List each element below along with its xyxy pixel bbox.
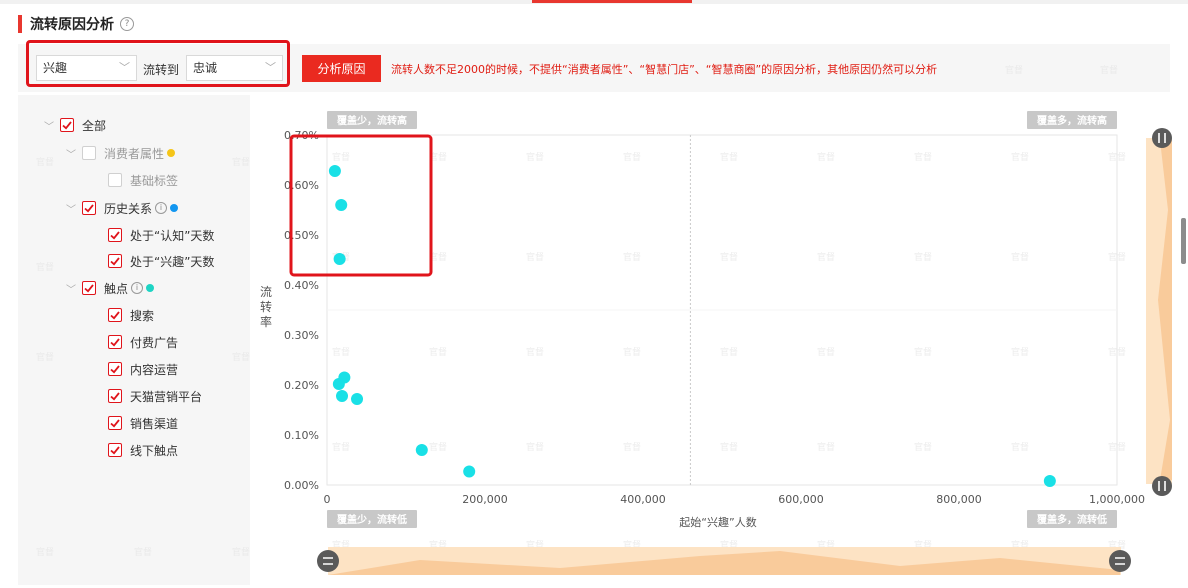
highlight-box <box>289 134 433 277</box>
quadrant-label-top-left: 覆盖少，流转高 <box>337 114 407 127</box>
watermark: 官督 <box>1108 346 1126 358</box>
watermark: 官督 <box>429 346 447 358</box>
page-scrollbar-thumb[interactable] <box>1181 218 1186 264</box>
watermark: 官督 <box>720 151 738 163</box>
watermark: 官督 <box>526 251 544 263</box>
y-axis-label-char: 率 <box>260 314 272 329</box>
data-point[interactable] <box>335 199 348 211</box>
watermark: 官督 <box>1108 441 1126 453</box>
watermark: 官督 <box>526 441 544 453</box>
vertical-zoom-handle-bottom[interactable] <box>1152 476 1172 496</box>
y-tick-label: 0.60% <box>284 179 319 192</box>
watermark: 官督 <box>720 346 738 358</box>
watermark: 官督 <box>914 441 932 453</box>
watermark: 官督 <box>623 251 641 263</box>
data-point[interactable] <box>1043 475 1056 487</box>
watermark: 官督 <box>1011 346 1029 358</box>
watermark: 官督 <box>1108 251 1126 263</box>
watermark: 官督 <box>526 151 544 163</box>
y-axis-label-char: 转 <box>260 299 272 314</box>
x-tick-label: 200,000 <box>462 493 508 506</box>
watermark: 官督 <box>914 346 932 358</box>
x-tick-label: 800,000 <box>936 493 982 506</box>
data-point[interactable] <box>463 465 476 478</box>
data-point[interactable] <box>332 378 345 390</box>
horizontal-zoom-handle-left[interactable] <box>317 550 339 572</box>
x-tick-label: 600,000 <box>778 493 824 506</box>
quadrant-label-bottom-right: 覆盖多，流转低 <box>1037 513 1107 526</box>
watermark: 官督 <box>720 441 738 453</box>
watermark: 官督 <box>1011 151 1029 163</box>
data-point[interactable] <box>333 253 346 265</box>
scatter-chart: 0.00%0.10%0.20%0.30%0.40%0.50%0.60%0.70%… <box>260 111 1186 575</box>
x-tick-label: 400,000 <box>620 493 666 506</box>
quadrant-label-bottom-left: 覆盖少，流转低 <box>337 513 407 526</box>
watermark: 官督 <box>623 151 641 163</box>
watermark: 官督 <box>817 441 835 453</box>
watermark: 官督 <box>720 251 738 263</box>
watermark: 官督 <box>332 151 350 163</box>
y-tick-label: 0.40% <box>284 279 319 292</box>
watermark: 官督 <box>429 441 447 453</box>
watermark: 官督 <box>526 346 544 358</box>
watermark: 官督 <box>1108 151 1126 163</box>
watermark: 官督 <box>914 251 932 263</box>
watermark: 官督 <box>817 251 835 263</box>
data-point[interactable] <box>328 165 341 177</box>
x-tick-label: 0 <box>324 493 331 506</box>
y-axis-label-char: 流 <box>260 285 272 299</box>
watermark: 官督 <box>817 346 835 358</box>
watermark: 官督 <box>332 346 350 358</box>
watermark: 官督 <box>332 441 350 453</box>
y-tick-label: 0.20% <box>284 379 319 392</box>
horizontal-zoom-handle-right[interactable] <box>1109 550 1131 572</box>
watermark: 官督 <box>817 151 835 163</box>
vertical-zoom-handle-top[interactable] <box>1152 128 1172 148</box>
data-point[interactable] <box>415 444 428 456</box>
y-tick-label: 0.10% <box>284 429 319 442</box>
y-tick-label: 0.00% <box>284 479 319 492</box>
x-tick-label: 1,000,000 <box>1089 493 1145 506</box>
data-point[interactable] <box>336 390 349 402</box>
watermark: 官督 <box>623 441 641 453</box>
y-tick-label: 0.50% <box>284 229 319 242</box>
x-axis-label: 起始“兴趣”人数 <box>679 515 756 529</box>
quadrant-label-top-right: 覆盖多，流转高 <box>1037 114 1107 127</box>
data-point[interactable] <box>351 393 364 405</box>
watermark: 官督 <box>623 346 641 358</box>
watermark: 官督 <box>1011 441 1029 453</box>
y-tick-label: 0.30% <box>284 329 319 342</box>
watermark: 官督 <box>1011 251 1029 263</box>
watermark: 官督 <box>914 151 932 163</box>
